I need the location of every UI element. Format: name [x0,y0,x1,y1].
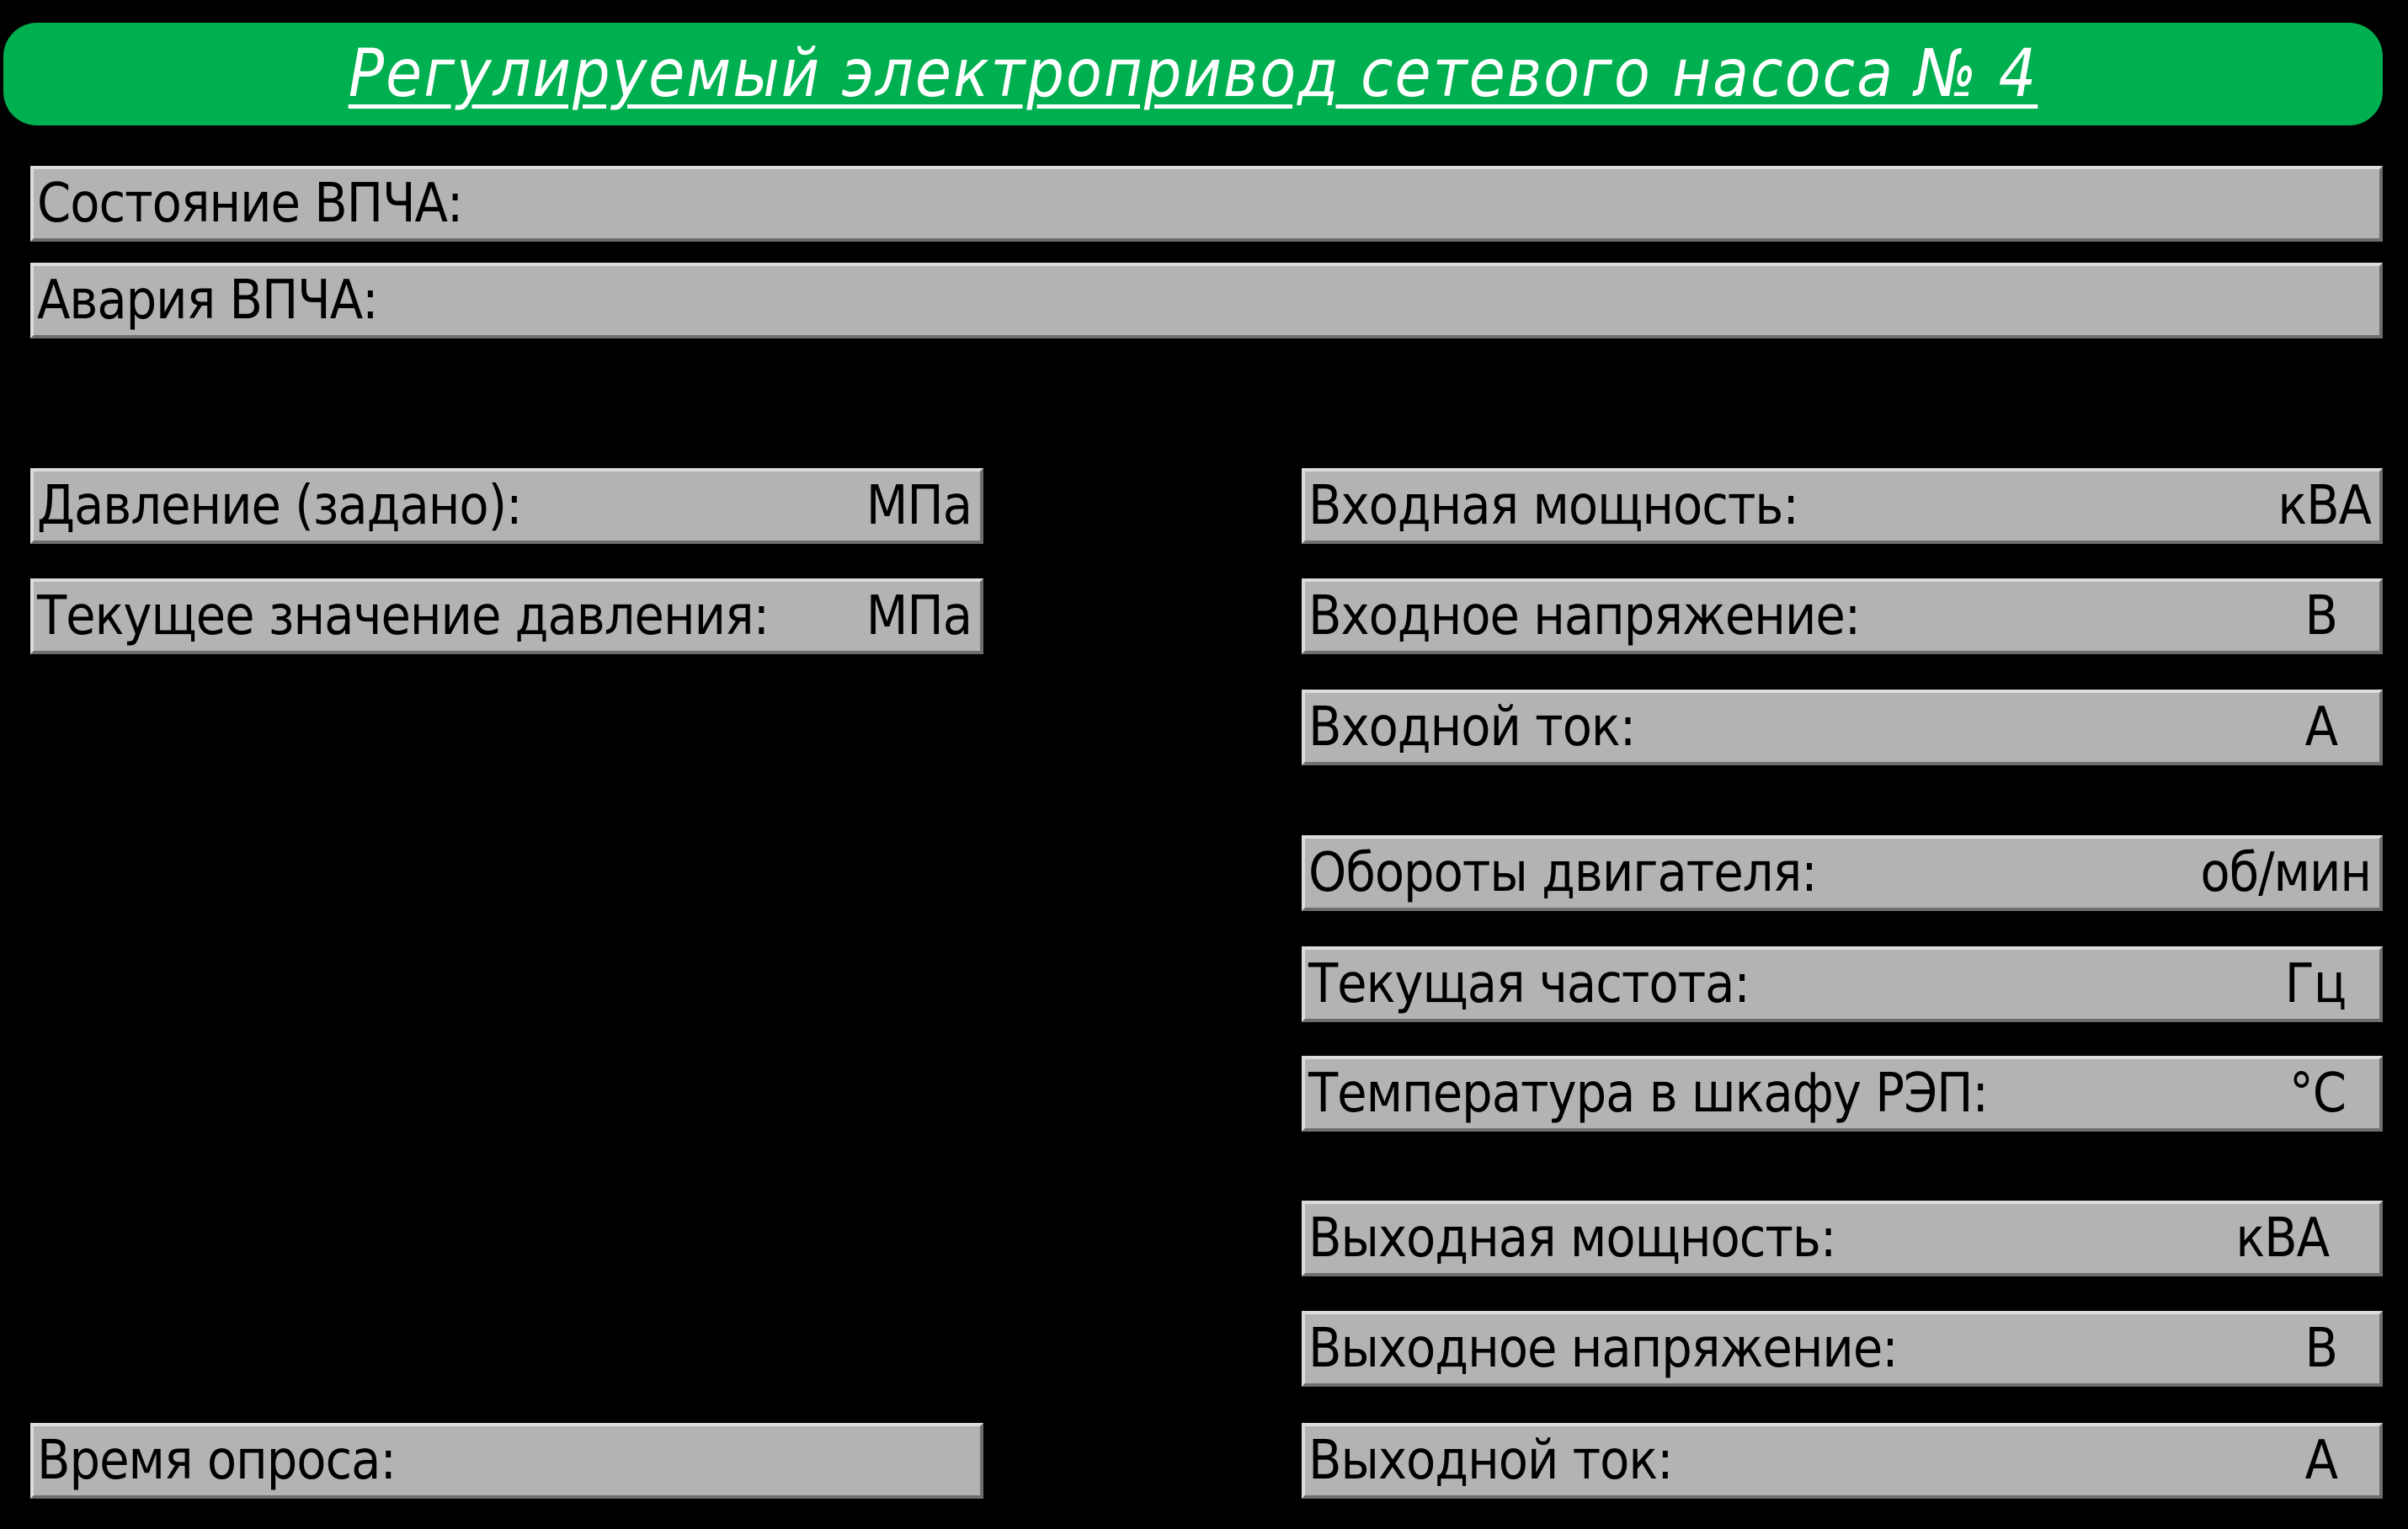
output-voltage-unit: В [2304,1318,2338,1380]
poll-time-label: Время опроса: [37,1430,397,1492]
poll-time-field: Время опроса: [30,1423,983,1499]
alarm-label: Авария ВПЧА: [37,269,379,332]
output-power-field: Выходная мощность: кВА [1302,1201,2383,1276]
state-label: Состояние ВПЧА: [37,173,463,235]
pressure-current-label: Текущее значение давления: [37,585,770,647]
output-voltage-label: Выходное напряжение: [1308,1318,1899,1380]
input-current-unit: А [2304,696,2338,759]
input-power-field: Входная мощность: кВА [1302,468,2383,544]
motor-rpm-label: Обороты двигателя: [1308,842,1818,904]
cabinet-temp-unit: °С [2289,1063,2347,1125]
input-power-unit: кВА [2277,475,2372,537]
output-current-label: Выходной ток: [1308,1430,1674,1492]
state-field: Состояние ВПЧА: [30,166,2383,242]
input-voltage-unit: В [2304,585,2338,647]
cabinet-temp-label: Температура в шкафу РЭП: [1308,1063,1989,1125]
motor-rpm-field: Обороты двигателя: об/мин [1302,835,2383,911]
cabinet-temp-field: Температура в шкафу РЭП: °С [1302,1056,2383,1132]
output-current-unit: А [2304,1430,2338,1492]
pressure-setpoint-unit: МПа [866,475,972,537]
output-power-unit: кВА [2235,1207,2330,1270]
page-title: Регулируемый электропривод сетевого насо… [348,36,2038,112]
input-power-label: Входная мощность: [1308,475,1799,537]
frequency-field: Текущая частота: Гц [1302,946,2383,1022]
output-power-label: Выходная мощность: [1308,1207,1836,1270]
pressure-setpoint-field: Давление (задано): МПа [30,468,983,544]
input-current-field: Входной ток: А [1302,690,2383,765]
pressure-current-unit: МПа [866,585,972,647]
input-current-label: Входной ток: [1308,696,1636,759]
output-voltage-field: Выходное напряжение: В [1302,1311,2383,1387]
input-voltage-field: Входное напряжение: В [1302,578,2383,654]
frequency-unit: Гц [2284,953,2347,1015]
pressure-setpoint-label: Давление (задано): [37,475,522,537]
alarm-field: Авария ВПЧА: [30,263,2383,338]
pressure-current-field: Текущее значение давления: МПа [30,578,983,654]
motor-rpm-unit: об/мин [2200,842,2372,904]
frequency-label: Текущая частота: [1308,953,1750,1015]
output-current-field: Выходной ток: А [1302,1423,2383,1499]
title-bar: Регулируемый электропривод сетевого насо… [3,23,2383,125]
input-voltage-label: Входное напряжение: [1308,585,1861,647]
